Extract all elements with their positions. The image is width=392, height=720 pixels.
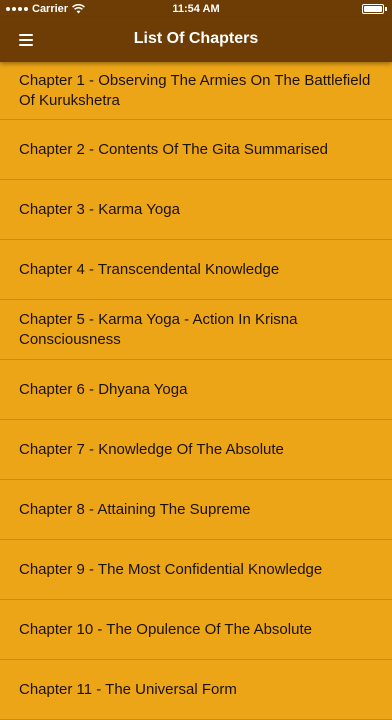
chapter-label: Chapter 11 - The Universal Form <box>19 680 237 698</box>
chapter-label: Chapter 8 - Attaining The Supreme <box>19 500 251 518</box>
chapter-label: Chapter 4 - Transcendental Knowledge <box>19 260 280 278</box>
status-bar: Carrier 11:54 AM <box>0 0 392 18</box>
chapter-item-7[interactable]: Chapter 7 - Knowledge Of The Absolute <box>0 420 392 480</box>
battery-icon <box>362 4 384 14</box>
chapter-label: Chapter 10 - The Opulence Of The Absolut… <box>19 620 312 638</box>
chapter-item-2[interactable]: Chapter 2 - Contents Of The Gita Summari… <box>0 120 392 180</box>
chapter-item-9[interactable]: Chapter 9 - The Most Confidential Knowle… <box>0 540 392 600</box>
chapter-label: Chapter 5 - Karma Yoga - Action In Krisn… <box>19 310 298 348</box>
chapter-label: Chapter 7 - Knowledge Of The Absolute <box>19 440 284 458</box>
chapter-item-4[interactable]: Chapter 4 - Transcendental Knowledge <box>0 240 392 300</box>
chapter-item-5[interactable]: Chapter 5 - Karma Yoga - Action In Krisn… <box>0 300 392 360</box>
chapter-label: Chapter 3 - Karma Yoga <box>19 200 180 218</box>
chapter-item-10[interactable]: Chapter 10 - The Opulence Of The Absolut… <box>0 600 392 660</box>
chapter-label: Chapter 9 - The Most Confidential Knowle… <box>19 560 323 578</box>
chapter-item-3[interactable]: Chapter 3 - Karma Yoga <box>0 180 392 240</box>
chapter-item-6[interactable]: Chapter 6 - Dhyana Yoga <box>0 360 392 420</box>
chapter-item-8[interactable]: Chapter 8 - Attaining The Supreme <box>0 480 392 540</box>
chapter-item-1[interactable]: Chapter 1 - Observing The Armies On The … <box>0 62 392 120</box>
chapter-label: Chapter 1 - Observing The Armies On The … <box>19 71 371 109</box>
battery-tip <box>385 7 387 11</box>
battery-level <box>364 6 382 12</box>
page-title: List Of Chapters <box>133 30 259 47</box>
status-time: 11:54 AM <box>172 3 220 15</box>
navigation-bar: List Of Chapters <box>0 18 392 62</box>
chapter-label: Chapter 6 - Dhyana Yoga <box>19 380 188 398</box>
chapter-list: Chapter 1 - Observing The Armies On The … <box>0 62 392 720</box>
chapter-item-11[interactable]: Chapter 11 - The Universal Form <box>0 660 392 720</box>
chapter-label: Chapter 2 - Contents Of The Gita Summari… <box>19 140 329 158</box>
